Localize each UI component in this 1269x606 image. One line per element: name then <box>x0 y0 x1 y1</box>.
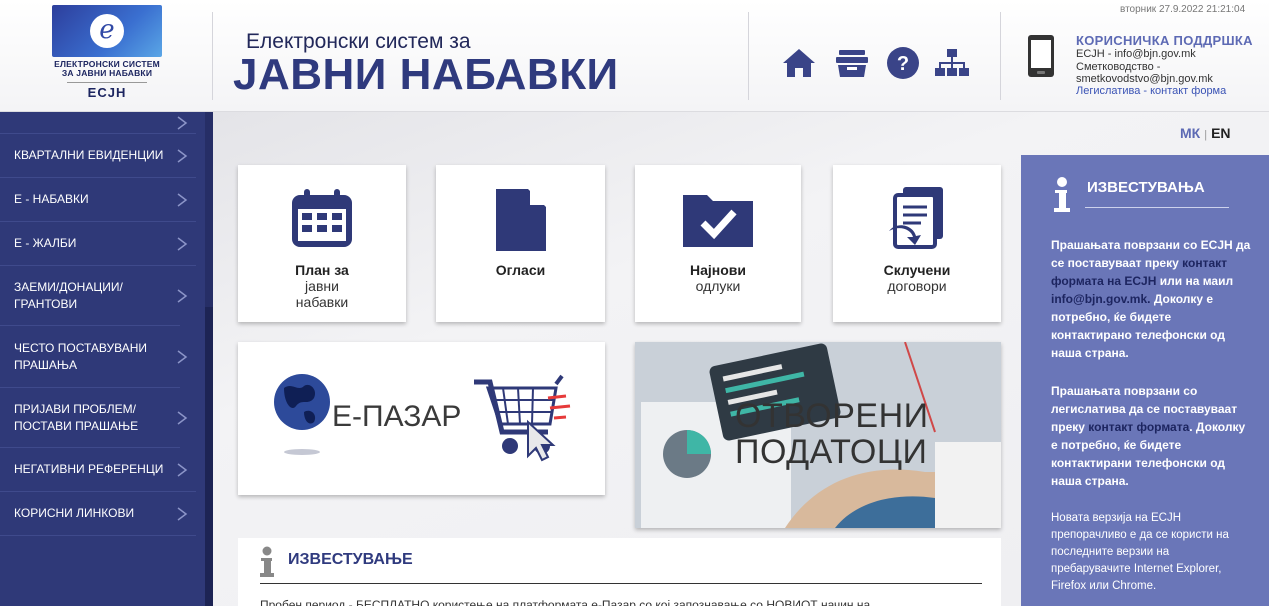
sitemap-icon[interactable] <box>933 44 971 82</box>
divider <box>1000 12 1001 100</box>
sidebar-item-e-procurement[interactable]: Е - НАБАВКИ <box>0 178 196 222</box>
info-icon <box>1054 177 1070 212</box>
sidebar-item-negative-references[interactable]: НЕГАТИВНИ РЕФЕРЕНЦИ <box>0 448 196 492</box>
calendar-icon <box>292 189 352 247</box>
legislation-contact-form-link[interactable]: контакт формата <box>1088 420 1189 434</box>
lang-en[interactable]: EN <box>1211 125 1230 141</box>
language-switcher: МК | EN <box>1180 125 1231 141</box>
notice-paragraph-3: Новата верзија на ЕСЈН препорачливо е да… <box>1051 512 1229 592</box>
datetime: вторник 27.9.2022 21:21:04 <box>1120 4 1246 15</box>
sidebar-item-faq[interactable]: ЧЕСТО ПОСТАВУВАНИ ПРАШАЊА <box>0 326 188 388</box>
chevron-right-icon <box>177 288 188 303</box>
news-text: Пробен период - БЕСПЛАТНО користење на п… <box>260 598 871 606</box>
divider <box>1085 207 1229 208</box>
notice-paragraph-2: Прашањата поврзани со легислатива да се … <box>1051 384 1246 488</box>
info-icon <box>260 546 274 577</box>
e-pazar-label: Е-ПАЗАР <box>332 400 462 433</box>
header: e ЕЛЕКТРОНСКИ СИСТЕМ ЗА ЈАВНИ НАБАВКИ ЕС… <box>0 0 1269 112</box>
document-icon <box>496 189 546 251</box>
tile-signed-contracts[interactable]: Склучени договори <box>833 165 1001 322</box>
tile-label: План за јавни набавки <box>295 262 349 310</box>
chevron-right-icon <box>177 236 188 251</box>
logo-letter: e <box>90 14 124 48</box>
tile-label: Огласи <box>495 262 546 278</box>
tile-open-data[interactable]: ОТВОРЕНИ ПОДАТОЦИ <box>635 342 1001 528</box>
tile-label: Најнови одлуки <box>689 262 746 294</box>
chevron-right-icon <box>177 192 188 207</box>
chevron-right-icon <box>177 148 188 163</box>
divider <box>260 583 982 584</box>
sidebar-item-partial[interactable] <box>0 112 196 134</box>
open-data-label: ОТВОРЕНИ ПОДАТОЦИ <box>735 397 929 471</box>
tile-latest-decisions[interactable]: Најнови одлуки <box>635 165 801 322</box>
news-title: ИЗВЕСТУВАЊЕ <box>288 551 413 568</box>
home-icon[interactable] <box>780 44 818 82</box>
logo-abbr: ЕСЈН <box>67 82 147 100</box>
sidebar-item-useful-links[interactable]: КОРИСНИ ЛИНКОВИ <box>0 492 196 536</box>
chevron-right-icon <box>177 462 188 477</box>
notices-panel: ИЗВЕСТУВАЊА Прашањата поврзани со ЕСЈН д… <box>1021 155 1269 606</box>
phone-icon <box>1027 34 1055 83</box>
tile-e-pazar[interactable]: Е-ПАЗАР <box>238 342 605 495</box>
tile-announcements[interactable]: Огласи <box>436 165 605 322</box>
support-title: КОРИСНИЧКА ПОДДРШКА <box>1076 33 1253 48</box>
tile-label: Склучени договори <box>883 262 951 294</box>
site-title: ЈАВНИ НАБАВКИ <box>233 50 619 99</box>
globe-icon <box>274 374 330 455</box>
folder-check-icon <box>683 195 753 247</box>
svg-text:?: ? <box>897 53 909 75</box>
shopping-cart-icon <box>474 374 571 462</box>
info-email-link[interactable]: info@bjn.gov.mk. <box>1051 292 1150 306</box>
notices-title: ИЗВЕСТУВАЊА <box>1087 179 1205 196</box>
chevron-right-icon <box>177 410 188 425</box>
notice-paragraph-1: Прашањата поврзани со ЕСЈН да се поставу… <box>1051 238 1251 360</box>
sidebar-item-quarterly[interactable]: КВАРТАЛНИ ЕВИДЕНЦИИ <box>0 134 196 178</box>
chevron-right-icon <box>177 506 188 521</box>
news-box: ИЗВЕСТУВАЊЕ Пробен период - БЕСПЛАТНО ко… <box>238 538 1001 606</box>
legislation-contact-link[interactable]: Легислатива - контакт форма <box>1076 85 1226 97</box>
sidebar-item-report-problem[interactable]: ПРИЈАВИ ПРОБЛЕМ/ ПОСТАВИ ПРАШАЊЕ <box>0 388 188 448</box>
tile-procurement-plan[interactable]: План за јавни набавки <box>238 165 406 322</box>
help-icon[interactable]: ? <box>884 44 922 82</box>
divider <box>212 12 213 100</box>
sidebar-scrollbar-thumb[interactable] <box>205 307 213 606</box>
contract-icon <box>889 187 943 249</box>
logo-text: ЕЛЕКТРОНСКИ СИСТЕМ ЗА ЈАВНИ НАБАВКИ <box>54 59 160 78</box>
chevron-right-icon <box>177 115 188 130</box>
chevron-right-icon <box>177 349 188 364</box>
support-email[interactable]: ЕСЈН - info@bjn.gov.mk <box>1076 48 1196 61</box>
sidebar-item-e-appeals[interactable]: Е - ЖАЛБИ <box>0 222 196 266</box>
lang-separator: | <box>1204 129 1208 141</box>
logo-emblem: e <box>52 5 162 57</box>
divider <box>748 12 749 100</box>
sidebar-item-loans[interactable]: ЗАЕМИ/ДОНАЦИИ/ ГРАНТОВИ <box>0 266 188 326</box>
archive-icon[interactable] <box>833 44 871 82</box>
lang-mk[interactable]: МК <box>1180 125 1200 141</box>
logo[interactable]: e ЕЛЕКТРОНСКИ СИСТЕМ ЗА ЈАВНИ НАБАВКИ ЕС… <box>52 5 162 105</box>
